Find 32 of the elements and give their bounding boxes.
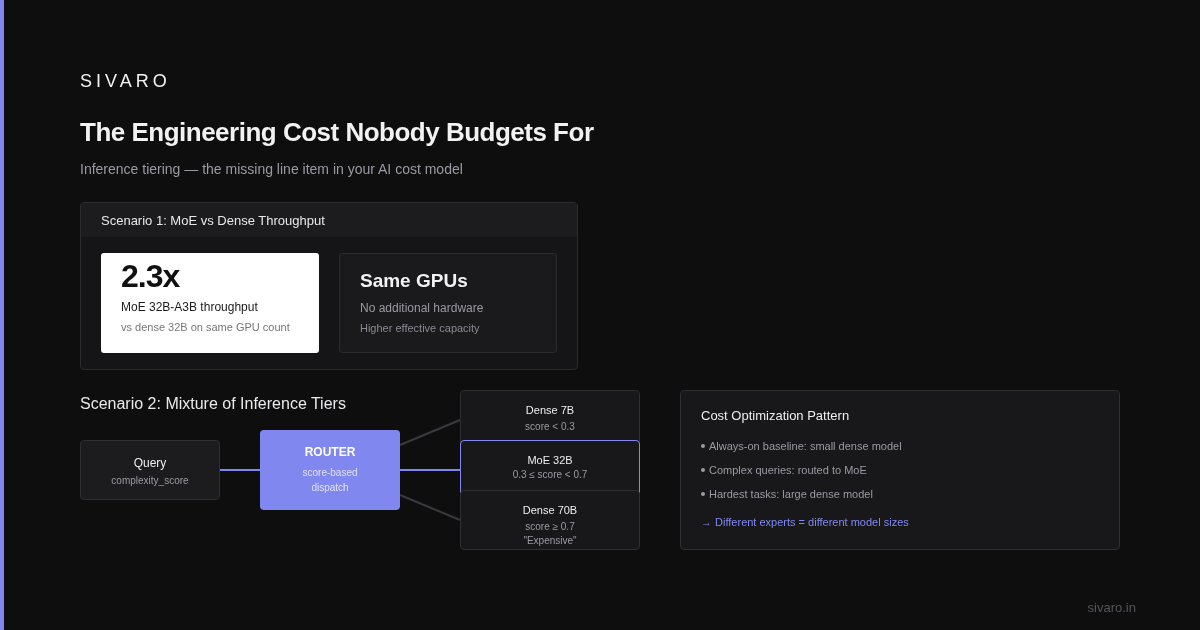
bullet-text: Always-on baseline: small dense model [709,439,902,454]
node-title: Dense 7B [525,403,575,417]
stat-value: 2.3x [121,257,181,295]
node-subtitle: score-based [302,466,358,480]
bullet-icon [701,492,705,496]
node-subtitle: complexity_score [111,474,189,486]
stat-note: vs dense 32B on same GPU count [121,320,291,334]
node-title: MoE 32B [527,453,573,467]
bullet-text: Hardest tasks: large dense model [709,487,873,502]
conclusion-text: → Different experts = different model sizes [701,516,910,528]
card-title: Cost Optimization Pattern [701,408,851,424]
node-subtitle: "Expensive" [523,534,577,547]
page-subtitle: Inference tiering — the missing line item in your AI cost model [80,160,464,178]
scenario-header: Scenario 1: MoE vs Dense Throughput [81,203,577,237]
node-title: Query [133,454,167,471]
stat-value: Same GPUs [360,269,469,293]
page-title: The Engineering Cost Nobody Budgets For [80,116,595,148]
section-heading: Scenario 2: Mixture of Inference Tiers [80,395,346,413]
brand-logo: SIVARO [80,70,172,92]
bullet-icon [701,468,705,472]
node-subtitle: score < 0.3 [525,420,575,433]
node-subtitle: dispatch [311,481,349,495]
stat-label: No additional hardware [360,300,485,316]
node-title: ROUTER [304,445,356,459]
node-subtitle: 0.3 ≤ score < 0.7 [512,468,588,481]
stat-label: MoE 32B-A3B throughput [121,299,259,315]
bullet-text: Complex queries: routed to MoE [709,463,867,478]
stat-note: Higher effective capacity [360,321,481,335]
bullet-icon [701,444,705,448]
footer-url: sivaro.in [1087,600,1136,615]
node-title: Dense 70B [522,503,578,517]
node-subtitle: score ≥ 0.7 [525,520,575,533]
